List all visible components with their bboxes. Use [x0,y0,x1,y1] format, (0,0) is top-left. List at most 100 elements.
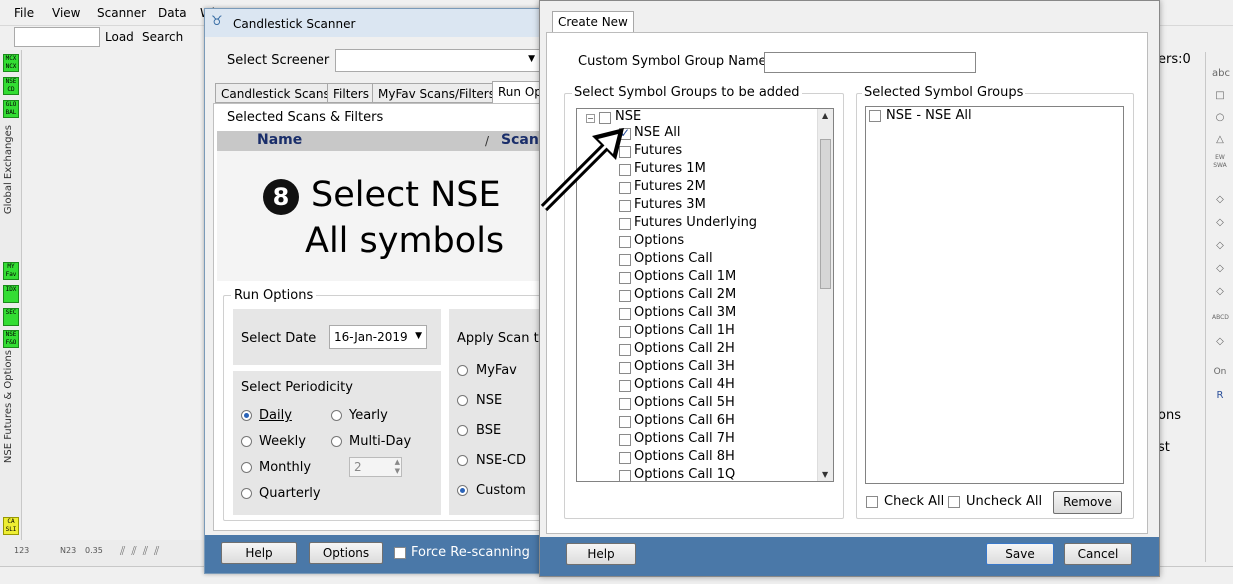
scroll-thumb[interactable] [820,139,831,289]
tree-item-label[interactable]: Options Call 7H [634,431,735,446]
arrow-left-icon[interactable]: ◇ [1212,192,1228,208]
radio-monthly[interactable] [241,462,252,473]
force-rescan-label[interactable]: Force Re-scanning [411,545,530,560]
col-name[interactable]: Name [257,132,302,148]
tree-item-label[interactable]: Options Call 4H [634,377,735,392]
date-picker[interactable]: 16-Jan-2019 ▼ [329,325,427,349]
tree-item-checkbox[interactable] [619,290,631,302]
label-multiday[interactable]: Multi-Day [349,434,411,449]
mcx-badge[interactable]: MCX NCX [3,54,19,72]
tree-item-checkbox[interactable] [619,254,631,266]
tree-item-checkbox[interactable] [619,416,631,428]
cancel-button[interactable]: Cancel [1064,543,1132,565]
scans-list[interactable] [217,151,539,281]
idx-badge[interactable]: IDX [3,285,19,303]
tree-item-checkbox[interactable] [619,326,631,338]
tree-item-label[interactable]: Options [634,233,684,248]
scroll-up-icon[interactable]: ▲ [822,111,828,120]
tree-item-label[interactable]: Options Call 3M [634,305,736,320]
tree-item-label[interactable]: Futures 2M [634,179,706,194]
load-button[interactable]: Load [105,30,134,44]
scroll-down-icon[interactable]: ▼ [822,470,828,479]
tree-item-label[interactable]: Futures 1M [634,161,706,176]
menu-file[interactable]: File [14,6,34,20]
chart-tools-icon[interactable]: ⫽⫽⫽⫽ [120,544,165,559]
selected-groups-list[interactable]: NSE - NSE All [865,106,1124,484]
casli-badge[interactable]: CA SLI [3,517,19,535]
symbol-input[interactable] [14,27,100,47]
check-all-label[interactable]: Check All [884,494,944,509]
nse-fo-badge[interactable]: NSE F&O [3,330,19,348]
multiday-stepper[interactable]: 2 ▲ ▼ [349,457,402,477]
nse-cd-badge[interactable]: NSE CD [3,77,19,95]
tree-item-label[interactable]: NSE All [634,125,680,140]
text-tool-icon[interactable]: abc [1212,66,1230,82]
tree-item-label[interactable]: Options Call 2H [634,341,735,356]
sec-badge[interactable]: SEC [3,308,19,326]
radio-nse[interactable] [457,395,468,406]
search-button[interactable]: Search [142,30,183,44]
radio-weekly[interactable] [241,436,252,447]
tool-n23-icon[interactable]: N23 [60,546,76,555]
tree-item-checkbox[interactable] [619,362,631,374]
label-nse[interactable]: NSE [476,393,502,408]
label-daily[interactable]: Daily [259,408,292,423]
on-toggle[interactable]: On [1212,364,1228,380]
tree-item-label[interactable]: Futures 3M [634,197,706,212]
arrow-down-icon[interactable]: ◇ [1212,284,1228,300]
tree-item-label[interactable]: Options Call [634,251,713,266]
arrow-right2-icon[interactable]: ◇ [1212,261,1228,277]
tree-item-label[interactable]: Futures [634,143,682,158]
sort-icon[interactable]: / [485,134,489,148]
stepper-up-icon[interactable]: ▲ [395,458,400,466]
tree-item-label[interactable]: Options Call 5H [634,395,735,410]
radio-custom[interactable] [457,485,468,496]
tree-item-checkbox[interactable] [619,470,631,481]
radio-bse[interactable] [457,425,468,436]
label-myfav[interactable]: MyFav [476,363,517,378]
ellipse-tool-icon[interactable]: ○ [1212,110,1228,126]
group-name-input[interactable] [764,52,976,73]
tab-myfav-scans[interactable]: MyFav Scans/Filters [372,83,501,103]
screener-select[interactable]: ▼ [335,49,540,72]
tree-scrollbar[interactable]: ▲ ▼ [817,109,833,481]
tab-create-new[interactable]: Create New [552,11,634,33]
menu-view[interactable]: View [52,6,80,20]
label-nse-cd[interactable]: NSE-CD [476,453,526,468]
tab-candlestick-scans[interactable]: Candlestick Scans [215,83,336,103]
stepper-down-icon[interactable]: ▼ [395,467,400,475]
label-custom[interactable]: Custom [476,483,526,498]
tree-item-checkbox[interactable] [619,308,631,320]
remove-button[interactable]: Remove [1053,491,1122,514]
radio-daily[interactable] [241,410,252,421]
radio-yearly[interactable] [331,410,342,421]
radio-nse-cd[interactable] [457,455,468,466]
radio-quarterly[interactable] [241,488,252,499]
tab-filters[interactable]: Filters [327,83,375,103]
uncheck-all-label[interactable]: Uncheck All [966,494,1042,509]
tree-item-checkbox[interactable] [619,434,631,446]
radio-myfav[interactable] [457,365,468,376]
selected-item-label[interactable]: NSE - NSE All [886,108,972,123]
scanner-help-button[interactable]: Help [221,542,297,564]
tree-item-checkbox[interactable] [619,236,631,248]
myfav-badge[interactable]: MY Fav [3,262,19,280]
tree-item-label[interactable]: Options Call 1M [634,269,736,284]
tree-item-label[interactable]: Options Call 1H [634,323,735,338]
triangle-tool-icon[interactable]: △ [1212,132,1228,148]
tree-item-checkbox[interactable] [619,380,631,392]
label-yearly[interactable]: Yearly [349,408,388,423]
arrow-left2-icon[interactable]: ◇ [1212,215,1228,231]
tree-item-label[interactable]: Options Call 2M [634,287,736,302]
tree-item-checkbox[interactable] [619,272,631,284]
tree-item-checkbox[interactable] [619,344,631,356]
save-button[interactable]: Save [986,543,1054,565]
tree-item-checkbox[interactable] [619,218,631,230]
tool-123-icon[interactable]: 123 [14,546,29,555]
force-rescan-checkbox[interactable] [394,547,406,559]
tree-item-label[interactable]: Options Call 8H [634,449,735,464]
dialog-help-button[interactable]: Help [566,543,636,565]
label-quarterly[interactable]: Quarterly [259,486,321,501]
label-bse[interactable]: BSE [476,423,501,438]
tool-035-icon[interactable]: 0.35 [85,546,103,555]
